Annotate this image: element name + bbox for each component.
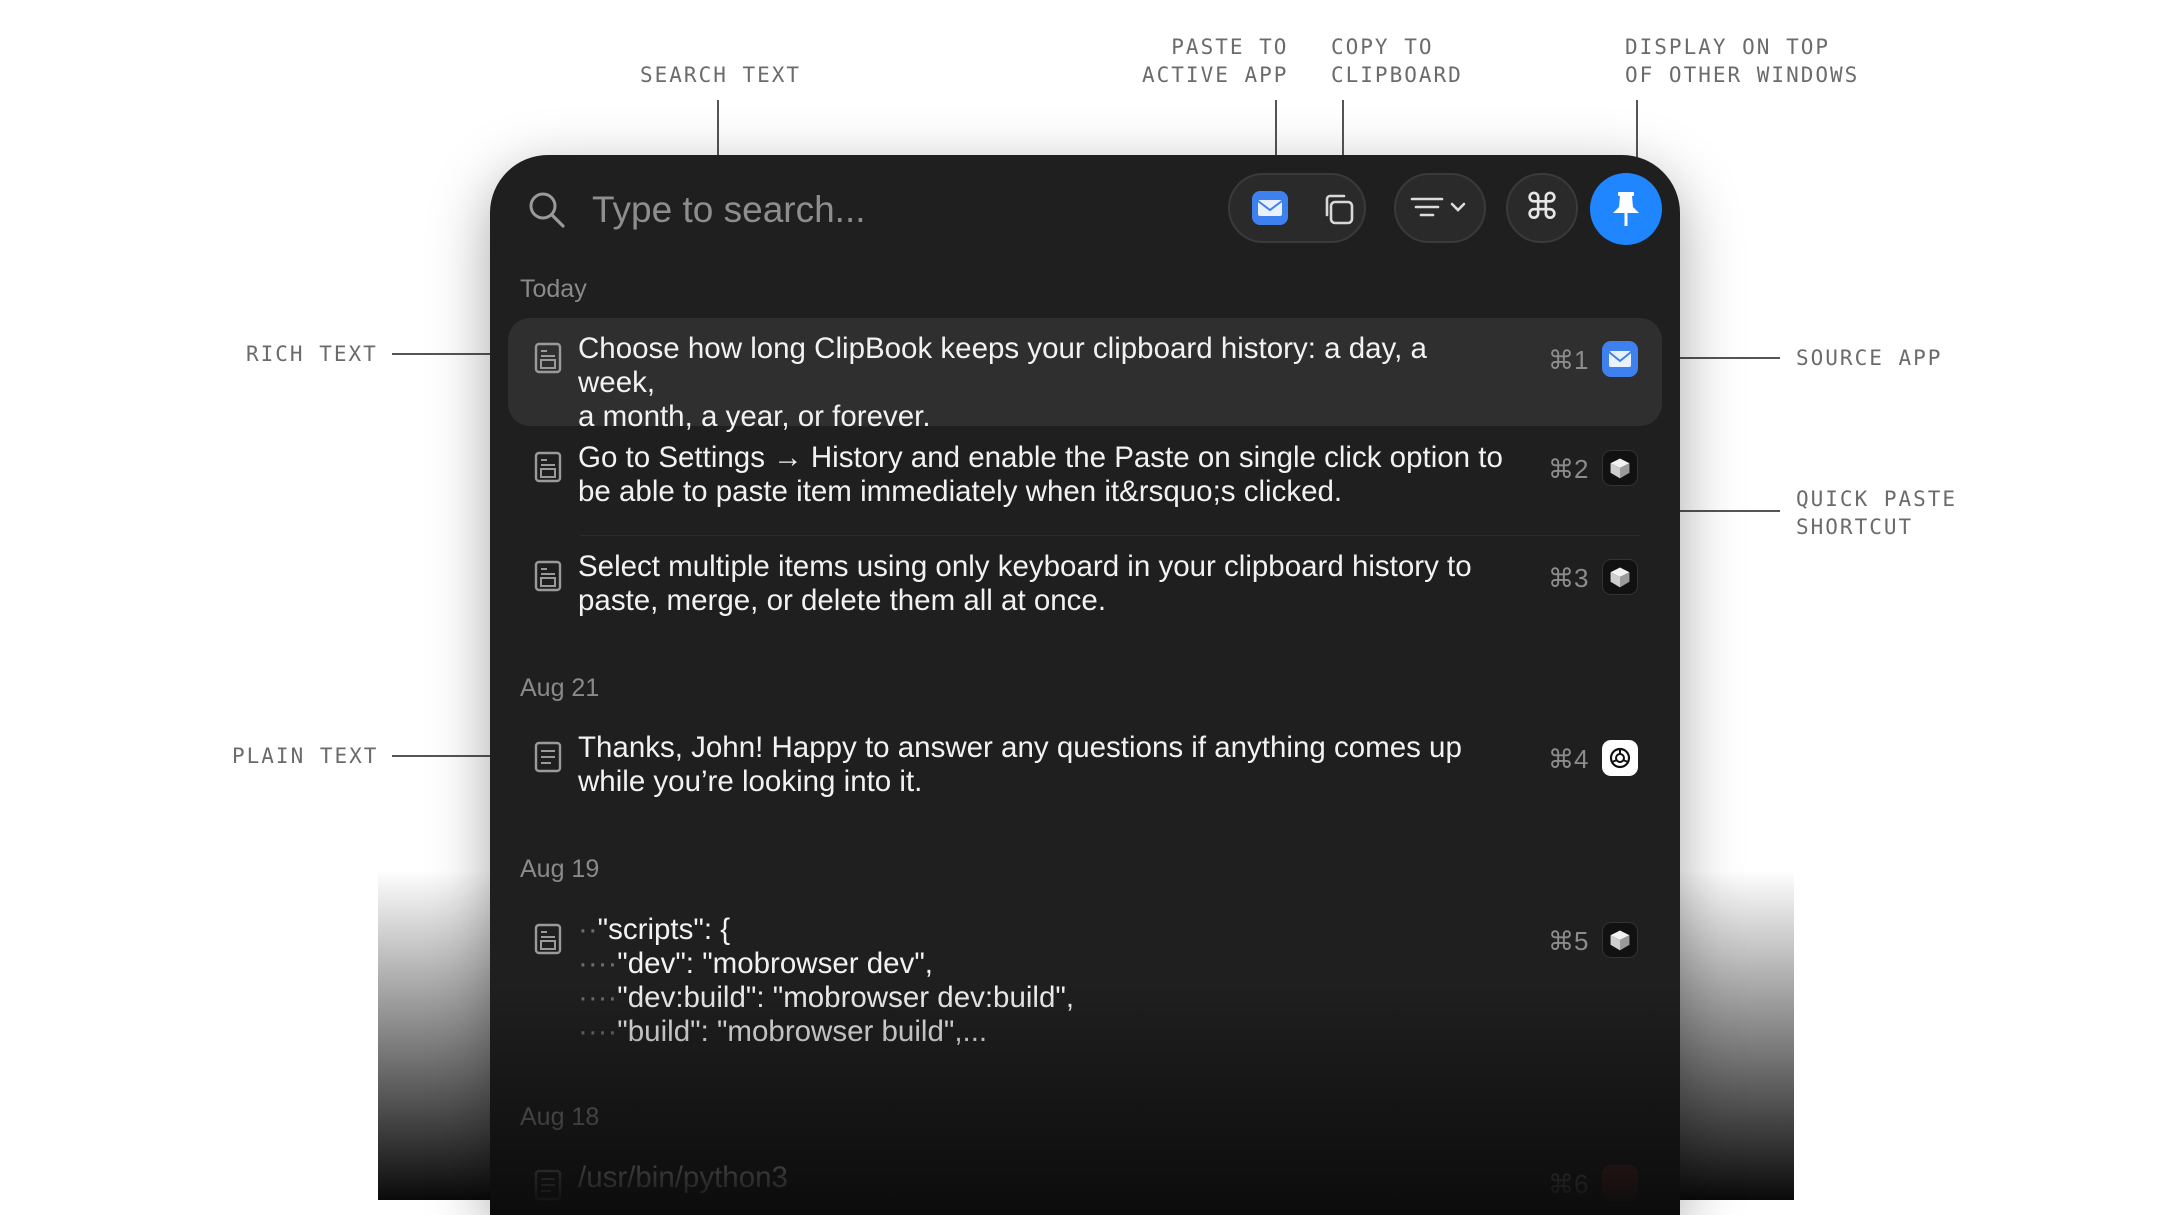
search-input[interactable] — [590, 181, 1134, 239]
item-code: ··"scripts": { ····"dev": "mobrowser dev… — [578, 913, 1508, 1049]
section-label-aug-19: Aug 19 — [520, 855, 600, 883]
code-text: "dev:build": "mobrowser dev:build", — [617, 981, 1075, 1014]
rich-text-icon — [534, 923, 562, 955]
callout-copy-to-clipboard: COPY TO CLIPBOARD — [1331, 35, 1463, 87]
indent-dots: ·· — [578, 913, 598, 946]
item-text-line: Thanks, John! Happy to answer any questi… — [578, 731, 1462, 764]
callout-search-text: SEARCH TEXT — [640, 63, 802, 87]
copy-to-clipboard-button[interactable] — [1320, 191, 1356, 227]
indent-dots: ···· — [578, 981, 618, 1014]
item-text-line: Go to Settings → History and enable the … — [578, 441, 1503, 474]
rich-text-icon — [534, 342, 562, 374]
code-line: ····"dev:build": "mobrowser dev:build", — [578, 981, 1508, 1015]
terminal-app-icon — [1602, 1165, 1638, 1201]
item-text: Select multiple items using only keyboar… — [578, 550, 1508, 618]
callout-display-on-top: DISPLAY ON TOP OF OTHER WINDOWS — [1625, 35, 1860, 87]
item-text: Go to Settings → History and enable the … — [578, 441, 1508, 509]
item-text: Thanks, John! Happy to answer any questi… — [578, 731, 1508, 799]
section-label-today: Today — [520, 275, 587, 303]
callout-plain-text: PLAIN TEXT — [232, 744, 379, 768]
plain-text-icon — [534, 1169, 562, 1201]
quick-paste-shortcut: ⌘3 — [1548, 563, 1589, 593]
item-text-line: be able to paste item immediately when i… — [578, 475, 1343, 508]
quick-paste-shortcut: ⌘1 — [1548, 345, 1589, 375]
section-label-aug-21: Aug 21 — [520, 674, 600, 702]
item-text-line: while you’re looking into it. — [578, 765, 923, 798]
plain-text-icon — [534, 741, 562, 773]
item-text-line: /usr/bin/python3 — [578, 1161, 788, 1194]
quick-paste-shortcut: ⌘6 — [1548, 1169, 1589, 1199]
rich-text-icon — [534, 451, 562, 483]
code-line: ····"build": "mobrowser build",... — [578, 1015, 1508, 1049]
item-text-line: Choose how long ClipBook keeps your clip… — [578, 332, 1427, 399]
quick-paste-shortcut: ⌘5 — [1548, 926, 1589, 956]
quick-paste-shortcut: ⌘4 — [1548, 744, 1589, 774]
item-text-line: paste, merge, or delete them all at once… — [578, 584, 1107, 617]
filter-icon — [1410, 197, 1466, 217]
section-label-aug-18: Aug 18 — [520, 1103, 600, 1131]
mail-app-icon — [1602, 341, 1638, 377]
code-text: "scripts": { — [597, 913, 731, 946]
code-line: ····"dev": "mobrowser dev", — [578, 947, 1508, 981]
clipboard-item-4[interactable]: Thanks, John! Happy to answer any questi… — [508, 717, 1662, 825]
item-text-line: Select multiple items using only keyboar… — [578, 550, 1472, 583]
callout-source-app: SOURCE APP — [1796, 346, 1943, 370]
cube-app-icon — [1602, 922, 1638, 958]
chatgpt-app-icon — [1602, 740, 1638, 776]
indent-dots: ···· — [578, 1015, 618, 1048]
clipboard-item-6[interactable]: /usr/bin/python3 ⌘6 — [508, 1147, 1662, 1215]
clipboard-item-2[interactable]: Go to Settings → History and enable the … — [508, 427, 1662, 535]
clipboard-window: ⌘ Today Choose how long ClipBook keeps y… — [490, 155, 1680, 1215]
item-text: /usr/bin/python3 — [578, 1161, 1508, 1195]
clipboard-item-5[interactable]: ··"scripts": { ····"dev": "mobrowser dev… — [508, 899, 1662, 1059]
item-text: Choose how long ClipBook keeps your clip… — [578, 332, 1508, 434]
code-text: "build": "mobrowser build",... — [617, 1015, 988, 1048]
pin-icon — [1613, 192, 1639, 226]
indent-dots: ···· — [578, 947, 618, 980]
clipboard-item-3[interactable]: Select multiple items using only keyboar… — [508, 536, 1662, 644]
rich-text-icon — [534, 560, 562, 592]
callout-quick-paste-shortcut: QUICK PASTE SHORTCUT — [1796, 487, 1958, 539]
search-icon — [529, 192, 565, 228]
callout-rich-text: RICH TEXT — [246, 342, 378, 366]
clipboard-item-1[interactable]: Choose how long ClipBook keeps your clip… — [508, 318, 1662, 433]
command-icon: ⌘ — [1524, 187, 1560, 228]
quick-paste-shortcut: ⌘2 — [1548, 454, 1589, 484]
code-text: "dev": "mobrowser dev", — [617, 947, 933, 980]
cube-app-icon — [1602, 559, 1638, 595]
code-line: ··"scripts": { — [578, 913, 1508, 947]
cube-app-icon — [1602, 450, 1638, 486]
paste-to-active-app-button[interactable] — [1250, 189, 1290, 227]
callout-paste-to-active-app: PASTE TO ACTIVE APP — [1142, 35, 1289, 87]
